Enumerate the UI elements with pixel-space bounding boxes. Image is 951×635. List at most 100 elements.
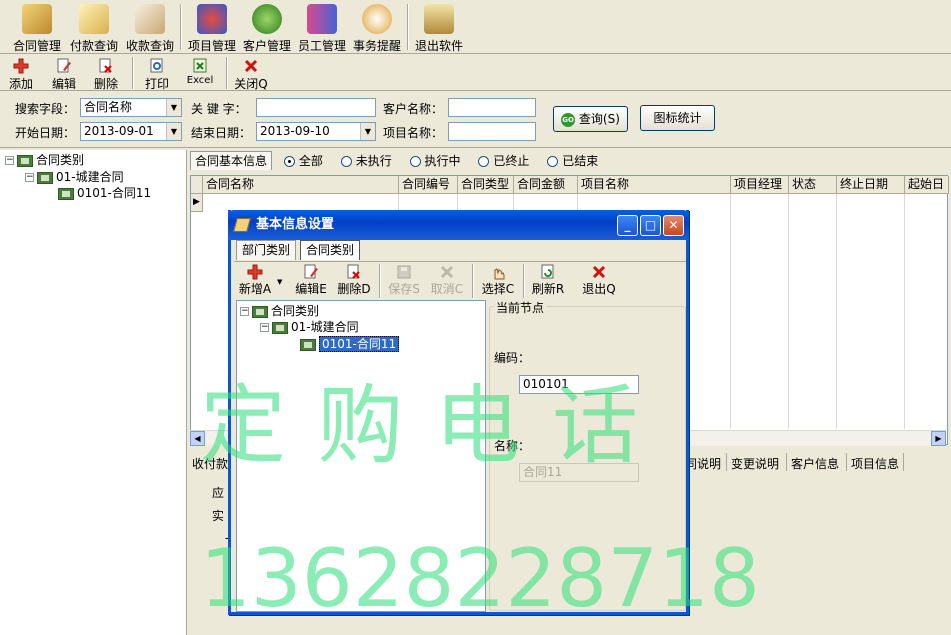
tab-change-notes[interactable]: 变更说明 bbox=[726, 453, 783, 471]
main-toolbar: 合同管理 付款查询 收款查询 项目管理 客户管理 员工管理 事务提醒 退出软件 bbox=[0, 0, 951, 54]
name-label: 名称： bbox=[494, 439, 531, 453]
scroll-right-icon[interactable]: ▶ bbox=[931, 431, 946, 446]
tab-customer-info[interactable]: 客户信息 bbox=[786, 453, 843, 471]
project-name-input[interactable] bbox=[448, 122, 536, 141]
filter-option-terminated[interactable]: 已终止 bbox=[478, 154, 529, 168]
exit-software-button[interactable]: 退出软件 bbox=[412, 2, 466, 53]
save-icon bbox=[397, 265, 411, 279]
column-header[interactable]: 起始日 bbox=[905, 176, 949, 194]
tab-department-category[interactable]: 部门类别 bbox=[236, 240, 297, 260]
exit-icon bbox=[424, 4, 454, 34]
cancel-button[interactable]: 取消C bbox=[429, 264, 465, 298]
tree-node-child[interactable]: −01-城建合同 bbox=[260, 319, 359, 335]
toolbar-separator bbox=[407, 4, 409, 50]
tab-contract-notes[interactable]: 同说明 bbox=[685, 455, 721, 472]
receipt-query-button[interactable]: 收款查询 bbox=[123, 2, 177, 53]
collapse-icon[interactable]: − bbox=[25, 173, 34, 182]
search-panel: 搜索字段： 合同名称 ▼ 关 键 字： 客户名称： 开始日期： 2013-09-… bbox=[0, 92, 951, 148]
query-button[interactable]: GO 查询(S) bbox=[553, 106, 628, 132]
hand-pointer-icon bbox=[494, 268, 505, 280]
go-icon: GO bbox=[561, 112, 576, 127]
column-header[interactable]: 合同金额 bbox=[514, 176, 578, 194]
cancel-icon bbox=[440, 265, 454, 279]
dropdown-arrow-icon: ▼ bbox=[166, 123, 181, 140]
end-date-picker[interactable]: 2013-09-10 ▼ bbox=[256, 122, 376, 141]
search-field-select[interactable]: 合同名称 ▼ bbox=[80, 98, 182, 117]
contract-management-button[interactable]: 合同管理 bbox=[10, 2, 64, 53]
radio-icon bbox=[340, 156, 352, 167]
receivable-label: 应 bbox=[212, 486, 225, 500]
category-icon bbox=[272, 321, 288, 334]
edit-button[interactable]: 编辑 bbox=[48, 57, 80, 91]
tree-node-root[interactable]: − 合同类别 bbox=[240, 303, 319, 319]
receipt-icon bbox=[135, 4, 165, 34]
save-button[interactable]: 保存S bbox=[386, 264, 422, 298]
minimize-button[interactable]: _ bbox=[617, 215, 638, 236]
project-management-button[interactable]: 项目管理 bbox=[185, 2, 239, 53]
dropdown-arrow-icon[interactable]: ▼ bbox=[277, 278, 282, 286]
code-input[interactable]: 010101 bbox=[519, 375, 639, 394]
toolbar-separator bbox=[379, 264, 381, 298]
column-header[interactable]: 合同编号 bbox=[399, 176, 458, 194]
column-header[interactable]: 终止日期 bbox=[837, 176, 905, 194]
payment-query-button[interactable]: 付款查询 bbox=[67, 2, 121, 53]
maximize-button[interactable]: □ bbox=[640, 215, 661, 236]
exit-button[interactable]: 退出Q bbox=[581, 264, 617, 298]
category-icon bbox=[252, 305, 268, 318]
name-input[interactable]: 合同11 bbox=[519, 463, 639, 482]
refresh-button[interactable]: 刷新R bbox=[530, 264, 566, 298]
tree-node-leaf-selected[interactable]: 0101-合同11 bbox=[300, 336, 400, 352]
filter-option-executing[interactable]: 执行中 bbox=[409, 154, 461, 168]
new-button[interactable]: 新增A bbox=[237, 264, 273, 298]
delete-button[interactable]: 删除 bbox=[90, 57, 122, 91]
collapse-icon[interactable]: − bbox=[240, 307, 249, 316]
collapse-icon[interactable]: − bbox=[5, 156, 14, 165]
customer-name-input[interactable] bbox=[448, 98, 536, 117]
dialog-edit-button[interactable]: 编辑E bbox=[293, 264, 329, 298]
scroll-left-icon[interactable]: ◀ bbox=[190, 431, 205, 446]
tab-divider bbox=[234, 261, 686, 262]
customer-management-button[interactable]: 客户管理 bbox=[240, 2, 294, 53]
select-button[interactable]: 选择C bbox=[480, 264, 516, 298]
radio-icon bbox=[283, 156, 295, 167]
tab-contract-basic-info[interactable]: 合同基本信息 bbox=[190, 151, 273, 170]
grid-column bbox=[731, 194, 789, 429]
staff-management-button[interactable]: 员工管理 bbox=[295, 2, 349, 53]
dialog-title-bar[interactable]: 基本信息设置 _ □ ✕ bbox=[228, 210, 689, 240]
print-button[interactable]: 打印 bbox=[140, 57, 174, 91]
column-header[interactable]: 合同名称 bbox=[203, 176, 399, 194]
close-window-button[interactable]: ✕ bbox=[663, 215, 684, 236]
filter-option-all[interactable]: 全部 bbox=[283, 154, 323, 168]
tab-payments[interactable]: 收付款 bbox=[192, 455, 228, 472]
contract-icon bbox=[22, 4, 52, 34]
code-label: 编码： bbox=[494, 351, 531, 365]
dialog-delete-button[interactable]: 删除D bbox=[336, 264, 372, 298]
chart-statistics-button[interactable]: 图标统计 bbox=[640, 105, 715, 131]
filter-option-not-executed[interactable]: 未执行 bbox=[340, 154, 392, 168]
tab-contract-category[interactable]: 合同类别 bbox=[300, 240, 361, 260]
start-date-label: 开始日期： bbox=[15, 126, 76, 140]
excel-export-button[interactable]: Excel bbox=[182, 57, 218, 89]
reminder-button[interactable]: 事务提醒 bbox=[350, 2, 404, 53]
filter-option-finished[interactable]: 已结束 bbox=[547, 154, 598, 168]
category-icon bbox=[300, 338, 316, 351]
grid-column bbox=[837, 194, 905, 429]
toolbar-separator bbox=[180, 4, 182, 50]
toolbar-separator bbox=[226, 57, 228, 89]
start-date-picker[interactable]: 2013-09-01 ▼ bbox=[80, 122, 182, 141]
tree-node-root[interactable]: − 合同类别 bbox=[5, 152, 84, 168]
excel-icon bbox=[193, 58, 207, 73]
collapse-icon[interactable]: − bbox=[260, 323, 269, 332]
keyword-input[interactable] bbox=[256, 98, 376, 117]
tree-node-child[interactable]: −01-城建合同 bbox=[25, 169, 124, 185]
column-header[interactable]: 合同类型 bbox=[458, 176, 514, 194]
column-header[interactable]: 状态 bbox=[789, 176, 837, 194]
column-header[interactable]: 项目名称 bbox=[578, 176, 731, 194]
tree-node-leaf[interactable]: 0101-合同11 bbox=[58, 185, 151, 201]
column-header[interactable]: 项目经理 bbox=[731, 176, 789, 194]
refresh-icon bbox=[541, 264, 554, 279]
tab-project-info[interactable]: 项目信息 bbox=[846, 453, 905, 471]
add-button[interactable]: 添加 bbox=[5, 57, 37, 91]
close-button[interactable]: 关闭Q bbox=[233, 57, 269, 91]
toolbar-separator bbox=[132, 57, 134, 89]
